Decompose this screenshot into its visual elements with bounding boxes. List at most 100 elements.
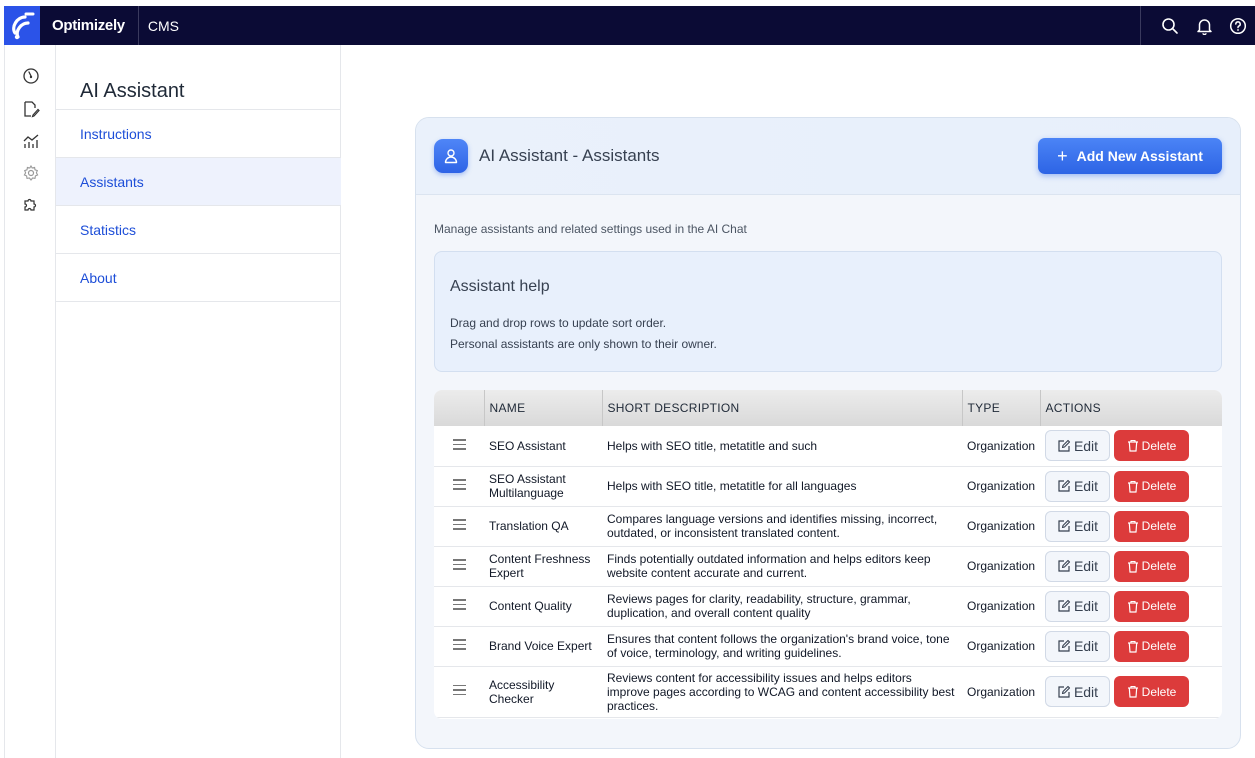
nav-item-statistics[interactable]: Statistics [56, 206, 341, 254]
delete-button[interactable]: Delete [1114, 630, 1189, 662]
settings-gear-icon[interactable] [21, 163, 41, 183]
drag-handle-icon[interactable] [452, 556, 466, 573]
nav-item-instructions[interactable]: Instructions [56, 110, 341, 158]
drag-handle-icon[interactable] [452, 436, 466, 453]
delete-label: Delete [1141, 559, 1177, 573]
edit-label: Edit [1073, 683, 1099, 700]
help-box: Assistant help Drag and drop rows to upd… [434, 251, 1222, 372]
delete-button[interactable]: Delete [1114, 590, 1189, 622]
edit-button[interactable]: Edit [1045, 430, 1110, 462]
assistant-description: Finds potentially outdated information a… [602, 546, 962, 587]
edit-label: Edit [1073, 638, 1099, 654]
add-new-assistant-label: Add New Assistant [1076, 148, 1203, 164]
trash-icon [1127, 600, 1139, 613]
drag-handle-cell [434, 506, 484, 547]
edit-pencil-icon [1057, 639, 1071, 653]
drag-handle-icon[interactable] [452, 636, 466, 653]
edit-pencil-icon [1057, 559, 1071, 573]
assistant-name: Content Freshness Expert [484, 546, 602, 587]
edit-label: Edit [1073, 478, 1099, 494]
assistant-name: SEO Assistant [484, 426, 602, 467]
nav-list: Instructions Assistants Statistics About [56, 109, 341, 302]
edit-content-icon[interactable] [21, 99, 41, 119]
trash-icon [1127, 560, 1139, 573]
actions-column-header: ACTIONS [1040, 390, 1222, 426]
edit-button[interactable]: Edit [1045, 510, 1110, 542]
table-row[interactable]: Accessibility Checker Reviews content for… [434, 666, 1222, 718]
secondary-nav: AI Assistant Instructions Assistants Sta… [56, 45, 341, 758]
card-description: Manage assistants and related settings u… [434, 222, 747, 236]
product-name[interactable]: CMS [139, 18, 179, 34]
trash-icon [1127, 439, 1139, 452]
type-column-header[interactable]: TYPE [962, 390, 1041, 426]
edit-pencil-icon [1057, 479, 1071, 493]
card-header: AI Assistant - Assistants + Add New Assi… [416, 118, 1240, 195]
assistant-name: Content Quality [484, 586, 602, 627]
delete-button[interactable]: Delete [1114, 676, 1189, 707]
brand-name[interactable]: Optimizely [40, 6, 139, 45]
actions-cell: Edit Delete [1040, 506, 1222, 547]
drag-handle-icon[interactable] [452, 516, 466, 533]
drag-handle-icon[interactable] [452, 596, 466, 613]
addons-puzzle-icon[interactable] [21, 195, 41, 215]
actions-cell: Edit Delete [1040, 546, 1222, 587]
nav-title: AI Assistant [80, 80, 185, 102]
add-new-assistant-button[interactable]: + Add New Assistant [1038, 138, 1222, 174]
edit-button[interactable]: Edit [1045, 630, 1110, 662]
trash-icon [1127, 480, 1139, 493]
nav-item-about[interactable]: About [56, 254, 341, 302]
assistant-type: Organization [962, 666, 1040, 718]
bell-icon[interactable] [1187, 6, 1221, 45]
assistant-name: Translation QA [484, 506, 602, 547]
assistants-card: AI Assistant - Assistants + Add New Assi… [415, 117, 1241, 749]
edit-button[interactable]: Edit [1045, 676, 1110, 707]
table-row[interactable]: SEO Assistant Helps with SEO title, metat… [434, 426, 1222, 467]
delete-label: Delete [1141, 479, 1177, 493]
user-icon [434, 139, 468, 173]
description-column-header[interactable]: SHORT DESCRIPTION [602, 390, 963, 426]
delete-button[interactable]: Delete [1114, 550, 1189, 582]
edit-label: Edit [1073, 518, 1099, 534]
edit-button[interactable]: Edit [1045, 470, 1110, 502]
table-row[interactable]: Content Quality Reviews pages for clarity… [434, 586, 1222, 627]
search-icon[interactable] [1153, 6, 1187, 45]
edit-pencil-icon [1057, 599, 1071, 613]
drag-handle-icon[interactable] [452, 476, 466, 493]
actions-cell: Edit Delete [1040, 426, 1222, 467]
table-row[interactable]: Content Freshness Expert Finds potentiall… [434, 546, 1222, 587]
delete-label: Delete [1141, 519, 1177, 533]
drag-column-header [434, 390, 485, 426]
left-icon-rail [4, 45, 56, 758]
assistant-type: Organization [962, 586, 1040, 627]
table-row[interactable]: Translation QA Compares language versions… [434, 506, 1222, 547]
actions-cell: Edit Delete [1040, 586, 1222, 627]
top-bar: Optimizely CMS [4, 6, 1255, 45]
trash-icon [1127, 520, 1139, 533]
actions-cell: Edit Delete [1040, 466, 1222, 507]
assistant-description: Helps with SEO title, metatitle for all … [602, 466, 962, 507]
edit-pencil-icon [1057, 519, 1071, 533]
table-row[interactable]: Brand Voice Expert Ensures that content f… [434, 626, 1222, 667]
assistant-type: Organization [962, 546, 1040, 587]
nav-item-assistants[interactable]: Assistants [56, 158, 341, 206]
trash-icon [1127, 685, 1139, 698]
name-column-header[interactable]: NAME [484, 390, 603, 426]
edit-button[interactable]: Edit [1045, 550, 1110, 582]
delete-button[interactable]: Delete [1114, 510, 1189, 542]
drag-handle-cell [434, 546, 484, 587]
delete-label: Delete [1141, 438, 1177, 453]
analytics-icon[interactable] [21, 131, 41, 151]
help-icon[interactable] [1221, 6, 1255, 45]
drag-handle-icon[interactable] [452, 682, 466, 699]
assistant-type: Organization [962, 506, 1040, 547]
optimizely-logo-icon[interactable] [4, 6, 40, 45]
delete-button[interactable]: Delete [1114, 430, 1189, 462]
assistant-name: SEO Assistant Multilanguage [484, 466, 602, 507]
delete-button[interactable]: Delete [1114, 470, 1189, 502]
table-row[interactable]: SEO Assistant Multilanguage Helps with SE… [434, 466, 1222, 507]
edit-button[interactable]: Edit [1045, 590, 1110, 622]
card-title: AI Assistant - Assistants [479, 146, 660, 165]
delete-label: Delete [1141, 639, 1177, 653]
dashboard-icon[interactable] [21, 66, 41, 86]
actions-cell: Edit Delete [1040, 626, 1222, 667]
